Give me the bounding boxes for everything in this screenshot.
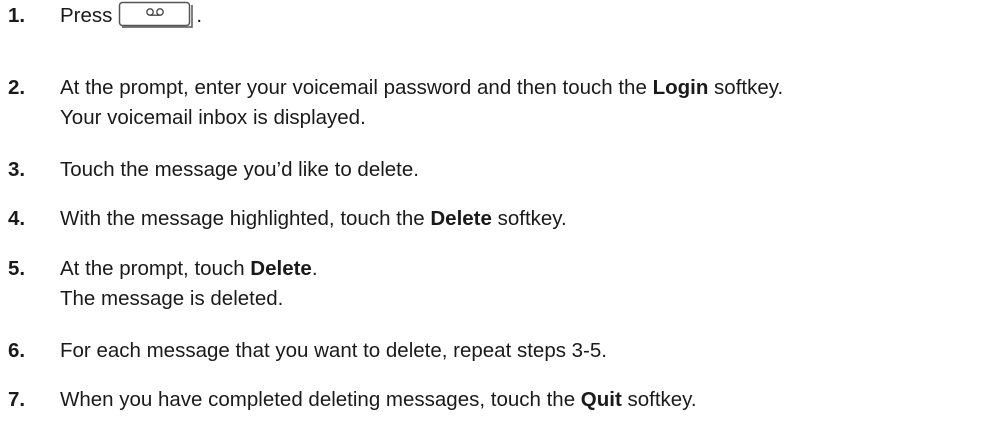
step-text-segment: When you have completed deleting message… xyxy=(60,388,581,411)
softkey-name-delete: Delete xyxy=(430,207,492,230)
step-result-line: The message is deleted. xyxy=(60,287,284,310)
step-line: At the prompt, enter your voicemail pass… xyxy=(60,73,783,103)
step-text-segment: softkey. xyxy=(621,388,697,411)
step-text-segment: . xyxy=(196,4,203,27)
step-number: 6. xyxy=(8,339,26,362)
step-text-segment: At the prompt, touch xyxy=(60,257,251,280)
step-text: When you have completed deleting message… xyxy=(60,385,697,415)
step-text: For each message that you want to delete… xyxy=(60,336,607,366)
step-line: For each message that you want to delete… xyxy=(60,339,607,362)
step-text-segment: At the prompt, enter your voicemail pass… xyxy=(60,76,653,99)
instruction-steps: 1. Press . 2. At the prompt, enter your … xyxy=(0,0,1000,423)
step-number: 5. xyxy=(8,257,26,280)
softkey-name-login: Login xyxy=(652,76,709,99)
softkey-name-delete: Delete xyxy=(250,257,312,280)
step-text: At the prompt, touch Delete. The message… xyxy=(60,254,318,314)
step-text: At the prompt, enter your voicemail pass… xyxy=(60,73,783,133)
step-number: 1. xyxy=(8,4,26,27)
step-text: Touch the message you’d like to delete. xyxy=(60,155,419,185)
step-line: When you have completed deleting message… xyxy=(60,385,697,415)
step-text: Press . xyxy=(60,1,202,31)
step-number: 3. xyxy=(8,158,26,181)
step-text-segment: . xyxy=(311,257,318,280)
voicemail-key-icon xyxy=(118,1,196,31)
step-line: At the prompt, touch Delete. xyxy=(60,254,318,284)
step-text-segment: softkey. xyxy=(491,207,567,230)
step-text-segment: With the message highlighted, touch the xyxy=(60,207,431,230)
step-line: With the message highlighted, touch the … xyxy=(60,204,567,234)
step-text-segment: Press xyxy=(60,4,113,27)
step-result-line: Your voicemail inbox is displayed. xyxy=(60,106,366,129)
step-text-segment: softkey. xyxy=(708,76,784,99)
step-line: Touch the message you’d like to delete. xyxy=(60,158,419,181)
step-text: With the message highlighted, touch the … xyxy=(60,204,567,234)
step-number: 7. xyxy=(8,388,26,411)
step-number: 4. xyxy=(8,207,26,230)
step-number: 2. xyxy=(8,76,26,99)
softkey-name-quit: Quit xyxy=(580,388,622,411)
step-line: Press . xyxy=(60,1,202,31)
